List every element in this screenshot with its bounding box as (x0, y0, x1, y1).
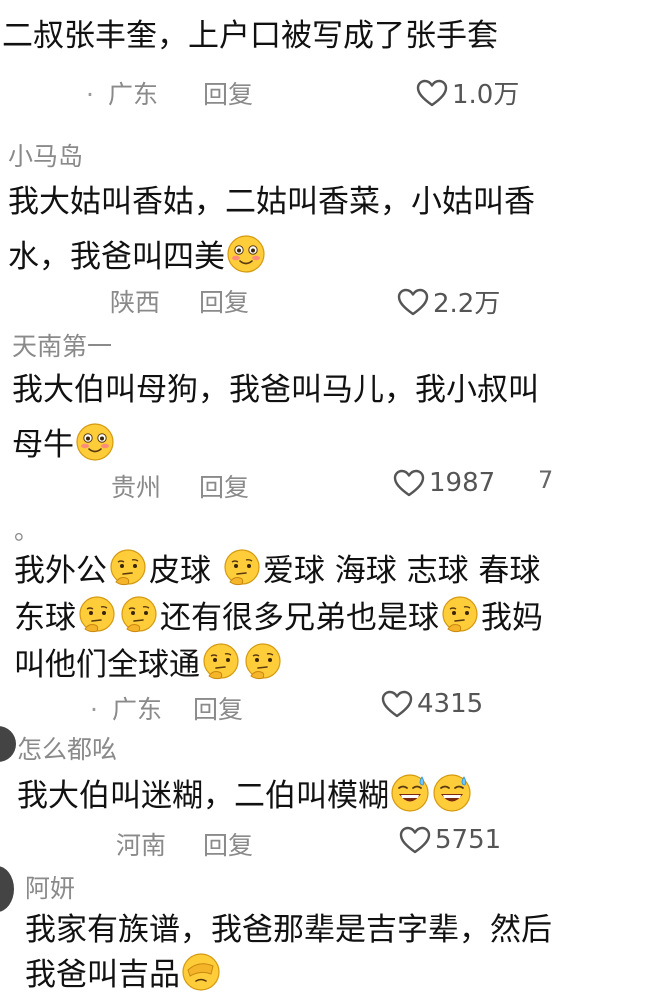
location-label: 陕西 (110, 288, 161, 317)
comment-meta: · 广东 (86, 75, 158, 111)
sweat-smile-emoji-icon (432, 773, 472, 813)
heart-icon (397, 288, 429, 316)
thinking-emoji-icon (77, 595, 117, 635)
username[interactable]: 。 (14, 511, 39, 547)
blush-emoji-icon (75, 422, 115, 462)
heart-icon (381, 690, 413, 718)
reply-button[interactable]: 回复 (199, 468, 249, 504)
username[interactable]: 小马岛 (8, 137, 83, 173)
avatar[interactable] (0, 866, 14, 912)
heart-icon (399, 826, 431, 854)
username[interactable]: 怎么都吆 (17, 730, 117, 766)
comment-line: 我大姑叫香姑，二姑叫香菜，小姑叫香 (8, 184, 535, 220)
heart-icon (416, 79, 448, 107)
reply-button[interactable]: 回复 (203, 75, 253, 111)
sweat-smile-emoji-icon (390, 773, 430, 813)
location-label: 广东 (107, 80, 158, 109)
location-label: 河南 (116, 831, 167, 860)
thinking-emoji-icon (243, 642, 283, 682)
avatar[interactable] (0, 726, 16, 762)
like-count: 4315 (417, 689, 484, 719)
comment-line: 我外公 皮球 爱球 海球 志球 春球 (14, 548, 543, 591)
thinking-emoji-icon (201, 642, 241, 682)
separator-dot: · (90, 695, 98, 724)
comment-text: 二叔张丰奎，上户口被写成了张手套 (2, 16, 498, 56)
like-count: 1987 (429, 468, 496, 498)
heart-icon (393, 469, 425, 497)
comment-text: 我家有族谱，我爸那辈是吉字辈，然后 我爸叫吉品 (25, 910, 552, 995)
comment-line: 母牛 (12, 422, 539, 465)
comment-line: 水，我爸叫四美 (8, 234, 535, 277)
like-count: 1.0万 (452, 80, 520, 110)
thinking-emoji-icon (222, 548, 262, 588)
comment-text: 我外公 皮球 爱球 海球 志球 春球 东球 还有很多兄弟也是球 我妈 叫他们全球通 (14, 548, 543, 685)
like-button[interactable]: 5751 (399, 825, 501, 855)
like-count: 5751 (435, 825, 502, 855)
separator-dot: · (86, 80, 94, 109)
comment-line: 我大伯叫迷糊，二伯叫模糊 (17, 778, 389, 814)
like-button[interactable]: 1987 (393, 468, 495, 498)
reply-button[interactable]: 回复 (193, 690, 243, 726)
comment-text: 我大伯叫迷糊，二伯叫模糊 (17, 773, 473, 816)
blush-emoji-icon (226, 234, 266, 274)
like-count: 2.2万 (433, 289, 501, 319)
username[interactable]: 阿妍 (25, 869, 75, 905)
facepalm-emoji-icon (181, 952, 221, 992)
like-button[interactable]: 1.0万 (416, 74, 519, 111)
username[interactable]: 天南第一 (12, 327, 112, 363)
thinking-emoji-icon (108, 548, 148, 588)
location-label: 贵州 (111, 473, 162, 502)
like-button[interactable]: 2.2万 (397, 283, 500, 320)
thinking-emoji-icon (440, 595, 480, 635)
thinking-emoji-icon (119, 595, 159, 635)
comment-meta: · 广东 (90, 690, 162, 726)
like-button[interactable]: 4315 (381, 689, 483, 719)
stray-mark: 7 (538, 466, 554, 494)
comment-text: 我大姑叫香姑，二姑叫香菜，小姑叫香 水，我爸叫四美 (8, 182, 535, 277)
comment-line: 叫他们全球通 (14, 642, 543, 685)
comment-line: 我大伯叫母狗，我爸叫马儿，我小叔叫 (12, 372, 539, 408)
comment-line: 东球 还有很多兄弟也是球 我妈 (14, 595, 543, 638)
location-label: 广东 (111, 695, 162, 724)
reply-button[interactable]: 回复 (203, 826, 253, 862)
reply-button[interactable]: 回复 (199, 283, 249, 319)
comment-text: 我大伯叫母狗，我爸叫马儿，我小叔叫 母牛 (12, 370, 539, 465)
comment-line: 我家有族谱，我爸那辈是吉字辈，然后 (25, 912, 552, 948)
comment-line: 二叔张丰奎，上户口被写成了张手套 (2, 18, 498, 54)
comment-line: 我爸叫吉品 (25, 952, 552, 995)
